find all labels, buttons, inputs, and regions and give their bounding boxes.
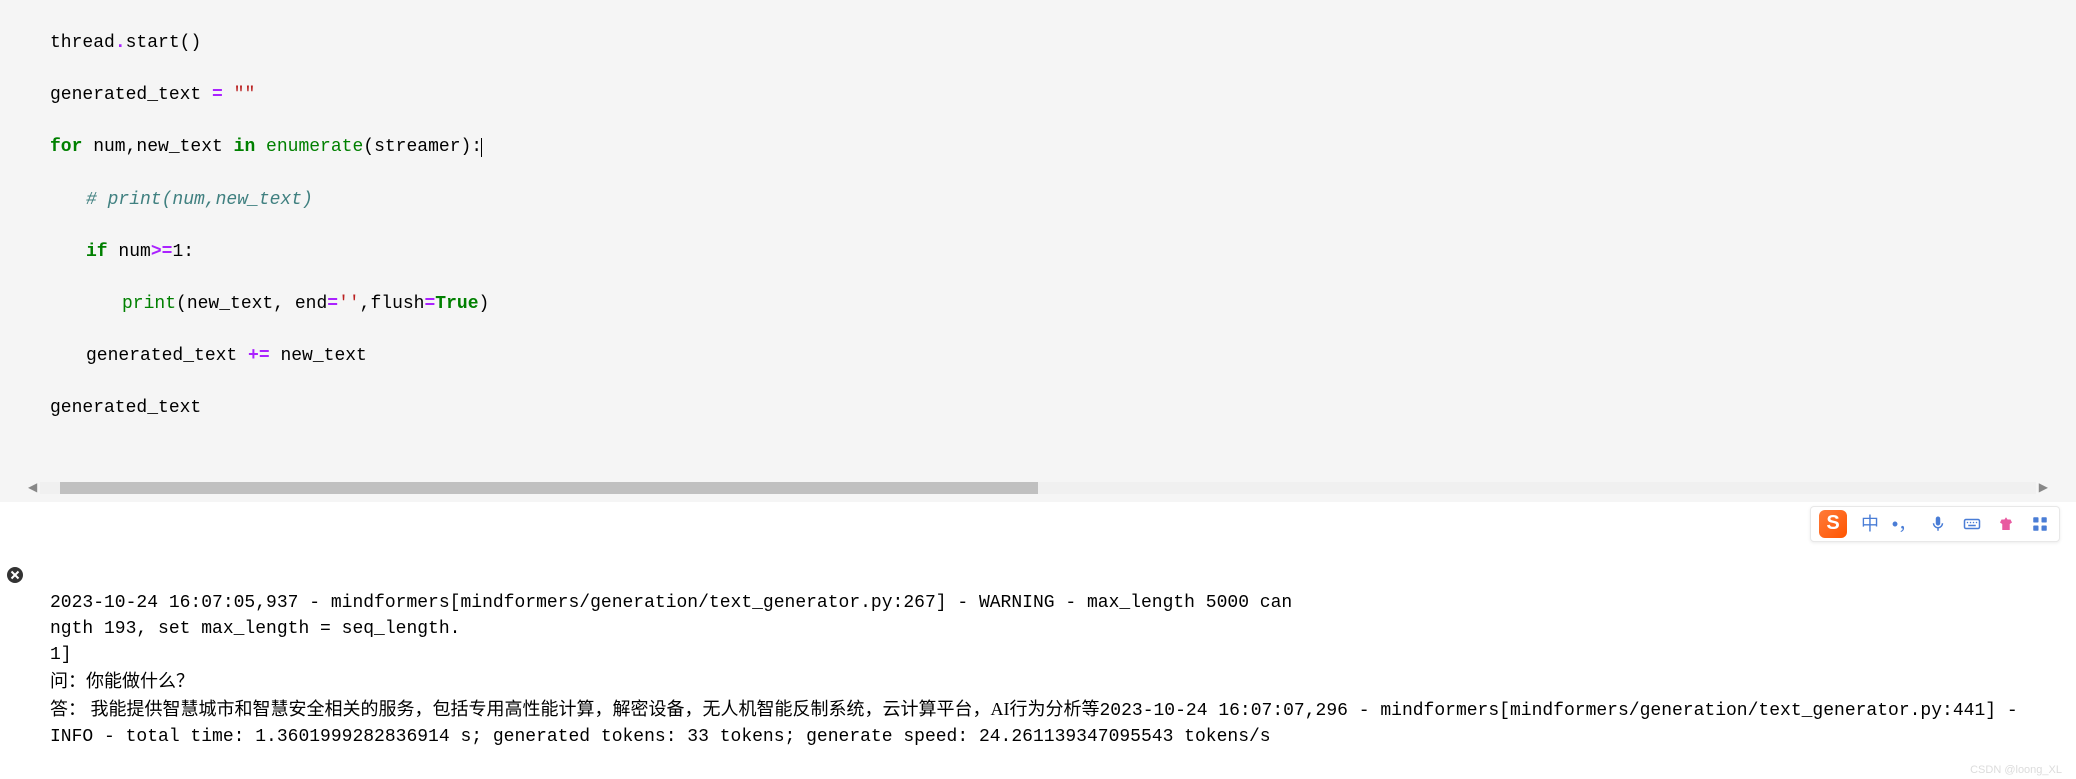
output-answer-text: 我能提供智慧城市和智慧安全相关的服务，包括专用高性能计算，解密设备，无人机智能反… xyxy=(91,699,1100,719)
text-cursor xyxy=(481,138,482,158)
output-log-line: 1] xyxy=(50,645,72,665)
code-cell[interactable]: thread.start() generated_text = "" for n… xyxy=(0,0,2076,502)
ime-punctuation-icon[interactable]: •， xyxy=(1893,513,1915,535)
horizontal-scrollbar[interactable]: ◀ ▶ xyxy=(40,482,2036,494)
ime-toolbar[interactable]: S 中 •， xyxy=(1810,506,2060,542)
code-token: (streamer): xyxy=(363,137,482,157)
sogou-logo-icon[interactable]: S xyxy=(1819,510,1847,538)
code-token: "" xyxy=(223,85,255,105)
code-token: = xyxy=(212,85,223,105)
code-token: (new_text, end xyxy=(176,294,327,314)
code-token: : xyxy=(183,242,194,262)
code-token: ,flush xyxy=(360,294,425,314)
scrollbar-thumb[interactable] xyxy=(60,482,1038,494)
code-token: = xyxy=(327,294,338,314)
code-keyword: True xyxy=(435,294,478,314)
code-token: = xyxy=(424,294,435,314)
code-token: num xyxy=(108,242,151,262)
output-log-line: ngth 193, set max_length = seq_length. xyxy=(50,619,460,639)
code-builtin: print xyxy=(122,294,176,314)
code-keyword: if xyxy=(86,242,108,262)
code-token: . xyxy=(115,33,126,53)
output-question-text: 你能做什么？ xyxy=(86,671,194,691)
code-token: ) xyxy=(479,294,490,314)
watermark-text: CSDN @loong_XL xyxy=(1970,763,2062,779)
code-string: '' xyxy=(338,294,360,314)
code-token: generated_text xyxy=(50,85,212,105)
code-token: 1 xyxy=(172,242,183,262)
scroll-left-icon[interactable]: ◀ xyxy=(28,480,37,497)
code-token: () xyxy=(180,33,202,53)
code-content[interactable]: thread.start() generated_text = "" for n… xyxy=(0,0,2076,478)
ime-lang-button[interactable]: 中 xyxy=(1859,513,1881,535)
output-log-line: 2023-10-24 16:07:05,937 - mindformers[mi… xyxy=(50,593,1303,613)
code-token: thread xyxy=(50,33,115,53)
output-answer-label: 答： xyxy=(50,699,91,719)
code-token: generated_text xyxy=(86,346,248,366)
code-token: new_text xyxy=(270,346,367,366)
code-keyword: for xyxy=(50,137,82,157)
output-question-label: 问： xyxy=(50,671,86,691)
error-icon xyxy=(6,514,24,532)
code-token: generated_text xyxy=(50,398,201,418)
code-builtin: enumerate xyxy=(255,137,363,157)
code-token: += xyxy=(248,346,270,366)
microphone-icon[interactable] xyxy=(1927,513,1949,535)
toolbox-icon[interactable] xyxy=(2029,513,2051,535)
skin-icon[interactable] xyxy=(1995,513,2017,535)
scroll-right-icon[interactable]: ▶ xyxy=(2039,480,2048,497)
code-token: >= xyxy=(151,242,173,262)
code-token: start xyxy=(126,33,180,53)
code-comment: # print(num,new_text) xyxy=(86,190,313,210)
code-token: num,new_text xyxy=(82,137,233,157)
keyboard-icon[interactable] xyxy=(1961,513,1983,535)
output-cell: S 中 •， 2023-10-24 16:07:05,937 - mindfor… xyxy=(0,502,2076,779)
code-keyword: in xyxy=(234,137,256,157)
